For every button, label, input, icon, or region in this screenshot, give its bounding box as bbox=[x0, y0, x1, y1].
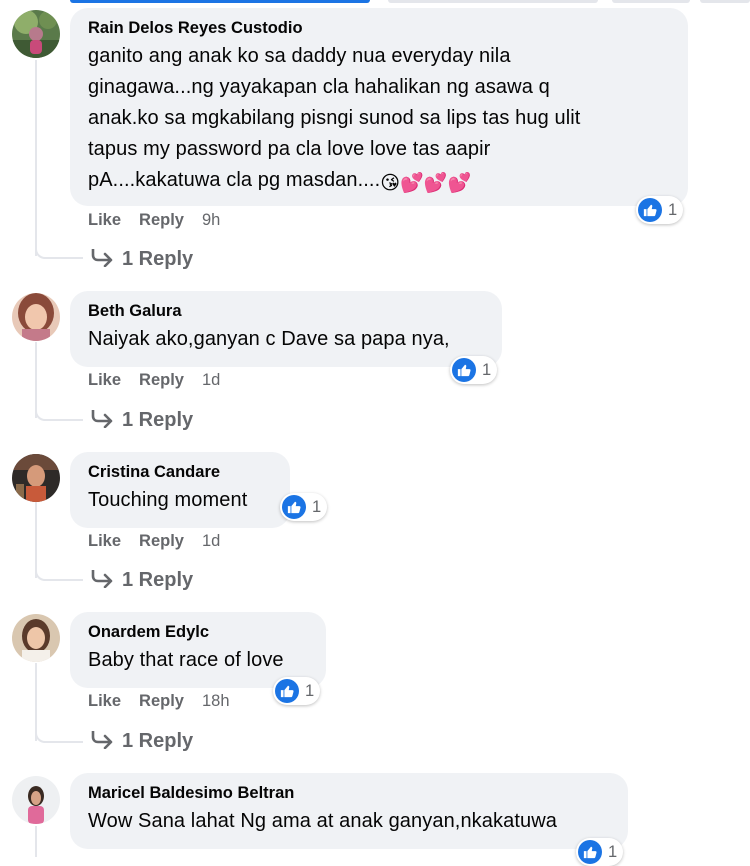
comment-line: ginagawa...ng yayakapan cla hahalikan ng… bbox=[88, 76, 550, 98]
reply-arrow-icon bbox=[91, 731, 113, 749]
comment-line: pA....kakatuwa cla pg masdan....😘💕💕💕 bbox=[88, 165, 670, 199]
view-replies-link[interactable]: 1 Reply bbox=[90, 409, 193, 432]
reply-thread-connector bbox=[35, 727, 83, 743]
comment-line: tapus my password pa cla love love tas a… bbox=[88, 138, 491, 160]
reply-button[interactable]: Reply bbox=[139, 532, 184, 550]
reply-thread-connector bbox=[35, 565, 83, 581]
comment-bubble: Cristina Candare Touching moment bbox=[70, 452, 290, 528]
comment-line: ganito ang anak ko sa daddy nua everyday… bbox=[88, 45, 511, 67]
comment-actions: Like Reply 18h bbox=[88, 692, 248, 711]
tab-indicator bbox=[388, 0, 598, 3]
comment-actions: Like Reply 1d bbox=[88, 532, 238, 551]
thumbs-up-icon bbox=[282, 495, 306, 519]
reaction-badge[interactable]: 1 bbox=[636, 196, 684, 224]
view-replies-link[interactable]: 1 Reply bbox=[90, 569, 193, 592]
reaction-badge[interactable]: 1 bbox=[280, 493, 328, 521]
comment-bubble: Rain Delos Reyes Custodio ganito ang ana… bbox=[70, 8, 688, 206]
reaction-badge[interactable]: 1 bbox=[450, 356, 498, 384]
reply-thread-connector bbox=[35, 405, 83, 421]
timestamp[interactable]: 1d bbox=[202, 371, 220, 389]
view-replies-link[interactable]: 1 Reply bbox=[90, 730, 193, 753]
replies-count: 1 Reply bbox=[122, 248, 194, 270]
thread-line bbox=[35, 826, 37, 857]
comment-bubble: Maricel Baldesimo Beltran Wow Sana lahat… bbox=[70, 773, 628, 849]
reply-arrow-icon bbox=[91, 570, 113, 588]
avatar[interactable] bbox=[12, 614, 60, 662]
thumbs-up-icon bbox=[578, 840, 602, 864]
comment-actions: Like Reply 9h bbox=[88, 211, 238, 230]
top-tab-bar bbox=[0, 0, 750, 4]
timestamp[interactable]: 9h bbox=[202, 211, 220, 229]
reaction-count: 1 bbox=[482, 360, 492, 379]
comment-author[interactable]: Cristina Candare bbox=[88, 461, 272, 483]
comment-author[interactable]: Onardem Edylc bbox=[88, 621, 308, 643]
emoji: 😘💕💕💕 bbox=[380, 173, 472, 194]
comment-line-text: pA....kakatuwa cla pg masdan.... bbox=[88, 169, 381, 191]
avatar[interactable] bbox=[12, 454, 60, 502]
avatar[interactable] bbox=[12, 10, 60, 58]
reply-arrow-icon bbox=[91, 249, 113, 267]
replies-count: 1 Reply bbox=[122, 730, 194, 752]
thumbs-up-icon bbox=[452, 358, 476, 382]
like-button[interactable]: Like bbox=[88, 532, 121, 550]
comment-text: Baby that race of love bbox=[88, 649, 284, 671]
avatar[interactable] bbox=[12, 293, 60, 341]
like-button[interactable]: Like bbox=[88, 371, 121, 389]
active-tab-indicator bbox=[70, 0, 370, 3]
comment-author[interactable]: Rain Delos Reyes Custodio bbox=[88, 17, 670, 39]
comment-author[interactable]: Maricel Baldesimo Beltran bbox=[88, 782, 610, 804]
replies-count: 1 Reply bbox=[122, 569, 194, 591]
tab-indicator bbox=[700, 0, 750, 3]
reply-arrow-icon bbox=[91, 410, 113, 428]
thread-line bbox=[35, 60, 37, 256]
like-button[interactable]: Like bbox=[88, 692, 121, 710]
thumbs-up-icon bbox=[638, 198, 662, 222]
comment-actions: Like Reply 1d bbox=[88, 371, 238, 390]
like-button[interactable]: Like bbox=[88, 211, 121, 229]
reaction-badge[interactable]: 1 bbox=[576, 838, 624, 866]
view-replies-link[interactable]: 1 Reply bbox=[90, 248, 193, 271]
reaction-count: 1 bbox=[608, 842, 618, 861]
avatar[interactable] bbox=[12, 776, 60, 824]
replies-count: 1 Reply bbox=[122, 409, 194, 431]
comment-text: Naiyak ako,ganyan c Dave sa papa nya, bbox=[88, 328, 450, 350]
timestamp[interactable]: 1d bbox=[202, 532, 220, 550]
comment-bubble: Beth Galura Naiyak ako,ganyan c Dave sa … bbox=[70, 291, 502, 367]
thumbs-up-icon bbox=[275, 679, 299, 703]
reply-button[interactable]: Reply bbox=[139, 692, 184, 710]
tab-indicator bbox=[612, 0, 690, 3]
reaction-count: 1 bbox=[305, 681, 315, 700]
comment-author[interactable]: Beth Galura bbox=[88, 300, 484, 322]
reply-thread-connector bbox=[35, 243, 83, 259]
reaction-badge[interactable]: 1 bbox=[273, 677, 321, 705]
comment-text: Touching moment bbox=[88, 489, 248, 511]
comment-text: Wow Sana lahat Ng ama at anak ganyan,nka… bbox=[88, 810, 557, 832]
reaction-count: 1 bbox=[668, 200, 678, 219]
reply-button[interactable]: Reply bbox=[139, 211, 184, 229]
comment-line: anak.ko sa mgkabilang pisngi sunod sa li… bbox=[88, 107, 581, 129]
reaction-count: 1 bbox=[312, 497, 322, 516]
timestamp[interactable]: 18h bbox=[202, 692, 230, 710]
reply-button[interactable]: Reply bbox=[139, 371, 184, 389]
comment-text: ganito ang anak ko sa daddy nua everyday… bbox=[88, 41, 670, 199]
